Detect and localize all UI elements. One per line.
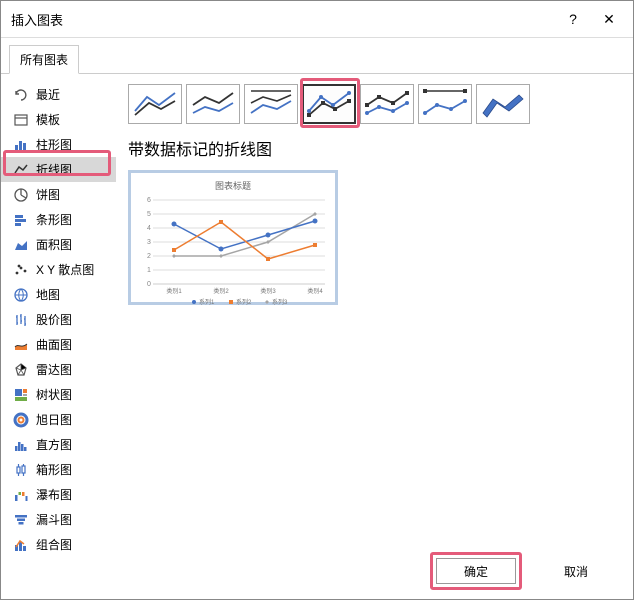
sidebar-item-scatter[interactable]: X Y 散点图 bbox=[1, 257, 116, 282]
dialog-footer: 确定 取消 bbox=[430, 552, 616, 590]
sidebar-item-label: 漏斗图 bbox=[36, 511, 72, 528]
sidebar-item-label: 模板 bbox=[36, 111, 60, 128]
subtype-stacked-line[interactable] bbox=[186, 84, 240, 124]
radar-chart-icon bbox=[13, 362, 29, 378]
dialog-content: 最近 模板 柱形图 折线图 饼图 条形图 面积图 X Y 散点图 bbox=[1, 74, 633, 564]
area-chart-icon bbox=[13, 237, 29, 253]
sidebar-item-combo[interactable]: 组合图 bbox=[1, 532, 116, 557]
sidebar-item-box[interactable]: 箱形图 bbox=[1, 457, 116, 482]
sidebar-item-treemap[interactable]: 树状图 bbox=[1, 382, 116, 407]
svg-text:系列2: 系列2 bbox=[236, 298, 252, 306]
svg-text:系列3: 系列3 bbox=[272, 298, 288, 306]
subtype-stacked-line-markers[interactable] bbox=[360, 84, 414, 124]
sidebar-item-label: 股价图 bbox=[36, 311, 72, 328]
scatter-chart-icon bbox=[13, 262, 29, 278]
sidebar-item-label: 饼图 bbox=[36, 186, 60, 203]
preview-title: 图表标题 bbox=[139, 179, 327, 192]
dialog-titlebar: 插入图表 ? ✕ bbox=[1, 1, 633, 38]
recent-icon bbox=[13, 87, 29, 103]
svg-text:3: 3 bbox=[147, 239, 151, 246]
sidebar-item-label: 最近 bbox=[36, 86, 60, 103]
cancel-button[interactable]: 取消 bbox=[536, 558, 616, 584]
svg-text:系列1: 系列1 bbox=[199, 298, 215, 306]
sidebar-item-label: 雷达图 bbox=[36, 361, 72, 378]
sidebar-item-column[interactable]: 柱形图 bbox=[1, 132, 116, 157]
sidebar-item-templates[interactable]: 模板 bbox=[1, 107, 116, 132]
sidebar-item-label: 树状图 bbox=[36, 386, 72, 403]
line-chart-icon bbox=[13, 162, 29, 178]
pie-chart-icon bbox=[13, 187, 29, 203]
svg-text:2: 2 bbox=[147, 253, 151, 260]
dialog-title: 插入图表 bbox=[11, 10, 63, 29]
sidebar-item-line[interactable]: 折线图 bbox=[1, 157, 116, 182]
sidebar-item-label: 地图 bbox=[36, 286, 60, 303]
bar-chart-icon bbox=[13, 212, 29, 228]
subtype-100-stacked-line-markers[interactable] bbox=[418, 84, 472, 124]
sunburst-chart-icon bbox=[13, 412, 29, 428]
subtype-line-markers[interactable] bbox=[302, 84, 356, 124]
chart-category-sidebar: 最近 模板 柱形图 折线图 饼图 条形图 面积图 X Y 散点图 bbox=[1, 74, 116, 564]
funnel-chart-icon bbox=[13, 512, 29, 528]
chart-subtitle: 带数据标记的折线图 bbox=[128, 136, 621, 160]
window-controls: ? ✕ bbox=[559, 9, 623, 29]
sidebar-item-label: 面积图 bbox=[36, 236, 72, 253]
sidebar-item-label: 瀑布图 bbox=[36, 486, 72, 503]
sidebar-item-label: 旭日图 bbox=[36, 411, 72, 428]
sidebar-item-area[interactable]: 面积图 bbox=[1, 232, 116, 257]
chart-main-panel: 带数据标记的折线图 图表标题 6 5 4 3 2 1 0 bbox=[116, 74, 633, 564]
tab-strip: 所有图表 bbox=[1, 38, 633, 74]
map-chart-icon bbox=[13, 287, 29, 303]
sidebar-item-label: 组合图 bbox=[36, 536, 72, 553]
help-button[interactable]: ? bbox=[559, 9, 587, 29]
sidebar-item-stock[interactable]: 股价图 bbox=[1, 307, 116, 332]
chart-preview[interactable]: 图表标题 6 5 4 3 2 1 0 bbox=[128, 170, 338, 305]
svg-text:5: 5 bbox=[147, 211, 151, 218]
sidebar-item-label: X Y 散点图 bbox=[36, 261, 94, 278]
sidebar-item-label: 折线图 bbox=[36, 161, 72, 178]
tab-all-charts[interactable]: 所有图表 bbox=[9, 45, 79, 74]
subtype-line[interactable] bbox=[128, 84, 182, 124]
sidebar-item-histogram[interactable]: 直方图 bbox=[1, 432, 116, 457]
sidebar-item-bar[interactable]: 条形图 bbox=[1, 207, 116, 232]
svg-text:类别2: 类别2 bbox=[213, 287, 229, 295]
line-subtypes bbox=[128, 84, 621, 124]
sidebar-item-pie[interactable]: 饼图 bbox=[1, 182, 116, 207]
svg-text:类别4: 类别4 bbox=[307, 287, 323, 295]
svg-text:0: 0 bbox=[147, 281, 151, 288]
box-chart-icon bbox=[13, 462, 29, 478]
sidebar-item-surface[interactable]: 曲面图 bbox=[1, 332, 116, 357]
sidebar-item-sunburst[interactable]: 旭日图 bbox=[1, 407, 116, 432]
sidebar-item-waterfall[interactable]: 瀑布图 bbox=[1, 482, 116, 507]
subtype-100-stacked-line[interactable] bbox=[244, 84, 298, 124]
highlight-ok-button: 确定 bbox=[430, 552, 522, 590]
sidebar-item-label: 柱形图 bbox=[36, 136, 72, 153]
preview-chart-svg: 6 5 4 3 2 1 0 类别1 类别2 bbox=[139, 192, 329, 307]
svg-text:1: 1 bbox=[147, 267, 151, 274]
column-chart-icon bbox=[13, 137, 29, 153]
combo-chart-icon bbox=[13, 537, 29, 553]
waterfall-chart-icon bbox=[13, 487, 29, 503]
sidebar-item-radar[interactable]: 雷达图 bbox=[1, 357, 116, 382]
stock-chart-icon bbox=[13, 312, 29, 328]
histogram-chart-icon bbox=[13, 437, 29, 453]
template-icon bbox=[13, 112, 29, 128]
svg-text:6: 6 bbox=[147, 197, 151, 204]
treemap-chart-icon bbox=[13, 387, 29, 403]
sidebar-item-label: 条形图 bbox=[36, 211, 72, 228]
sidebar-item-label: 直方图 bbox=[36, 436, 72, 453]
sidebar-item-recent[interactable]: 最近 bbox=[1, 82, 116, 107]
ok-button[interactable]: 确定 bbox=[436, 558, 516, 584]
sidebar-item-funnel[interactable]: 漏斗图 bbox=[1, 507, 116, 532]
subtype-3d-line[interactable] bbox=[476, 84, 530, 124]
sidebar-item-label: 曲面图 bbox=[36, 336, 72, 353]
close-button[interactable]: ✕ bbox=[595, 9, 623, 29]
surface-chart-icon bbox=[13, 337, 29, 353]
svg-text:类别1: 类别1 bbox=[166, 287, 182, 295]
sidebar-item-label: 箱形图 bbox=[36, 461, 72, 478]
svg-text:4: 4 bbox=[147, 225, 151, 232]
svg-text:类别3: 类别3 bbox=[260, 287, 276, 295]
sidebar-item-map[interactable]: 地图 bbox=[1, 282, 116, 307]
